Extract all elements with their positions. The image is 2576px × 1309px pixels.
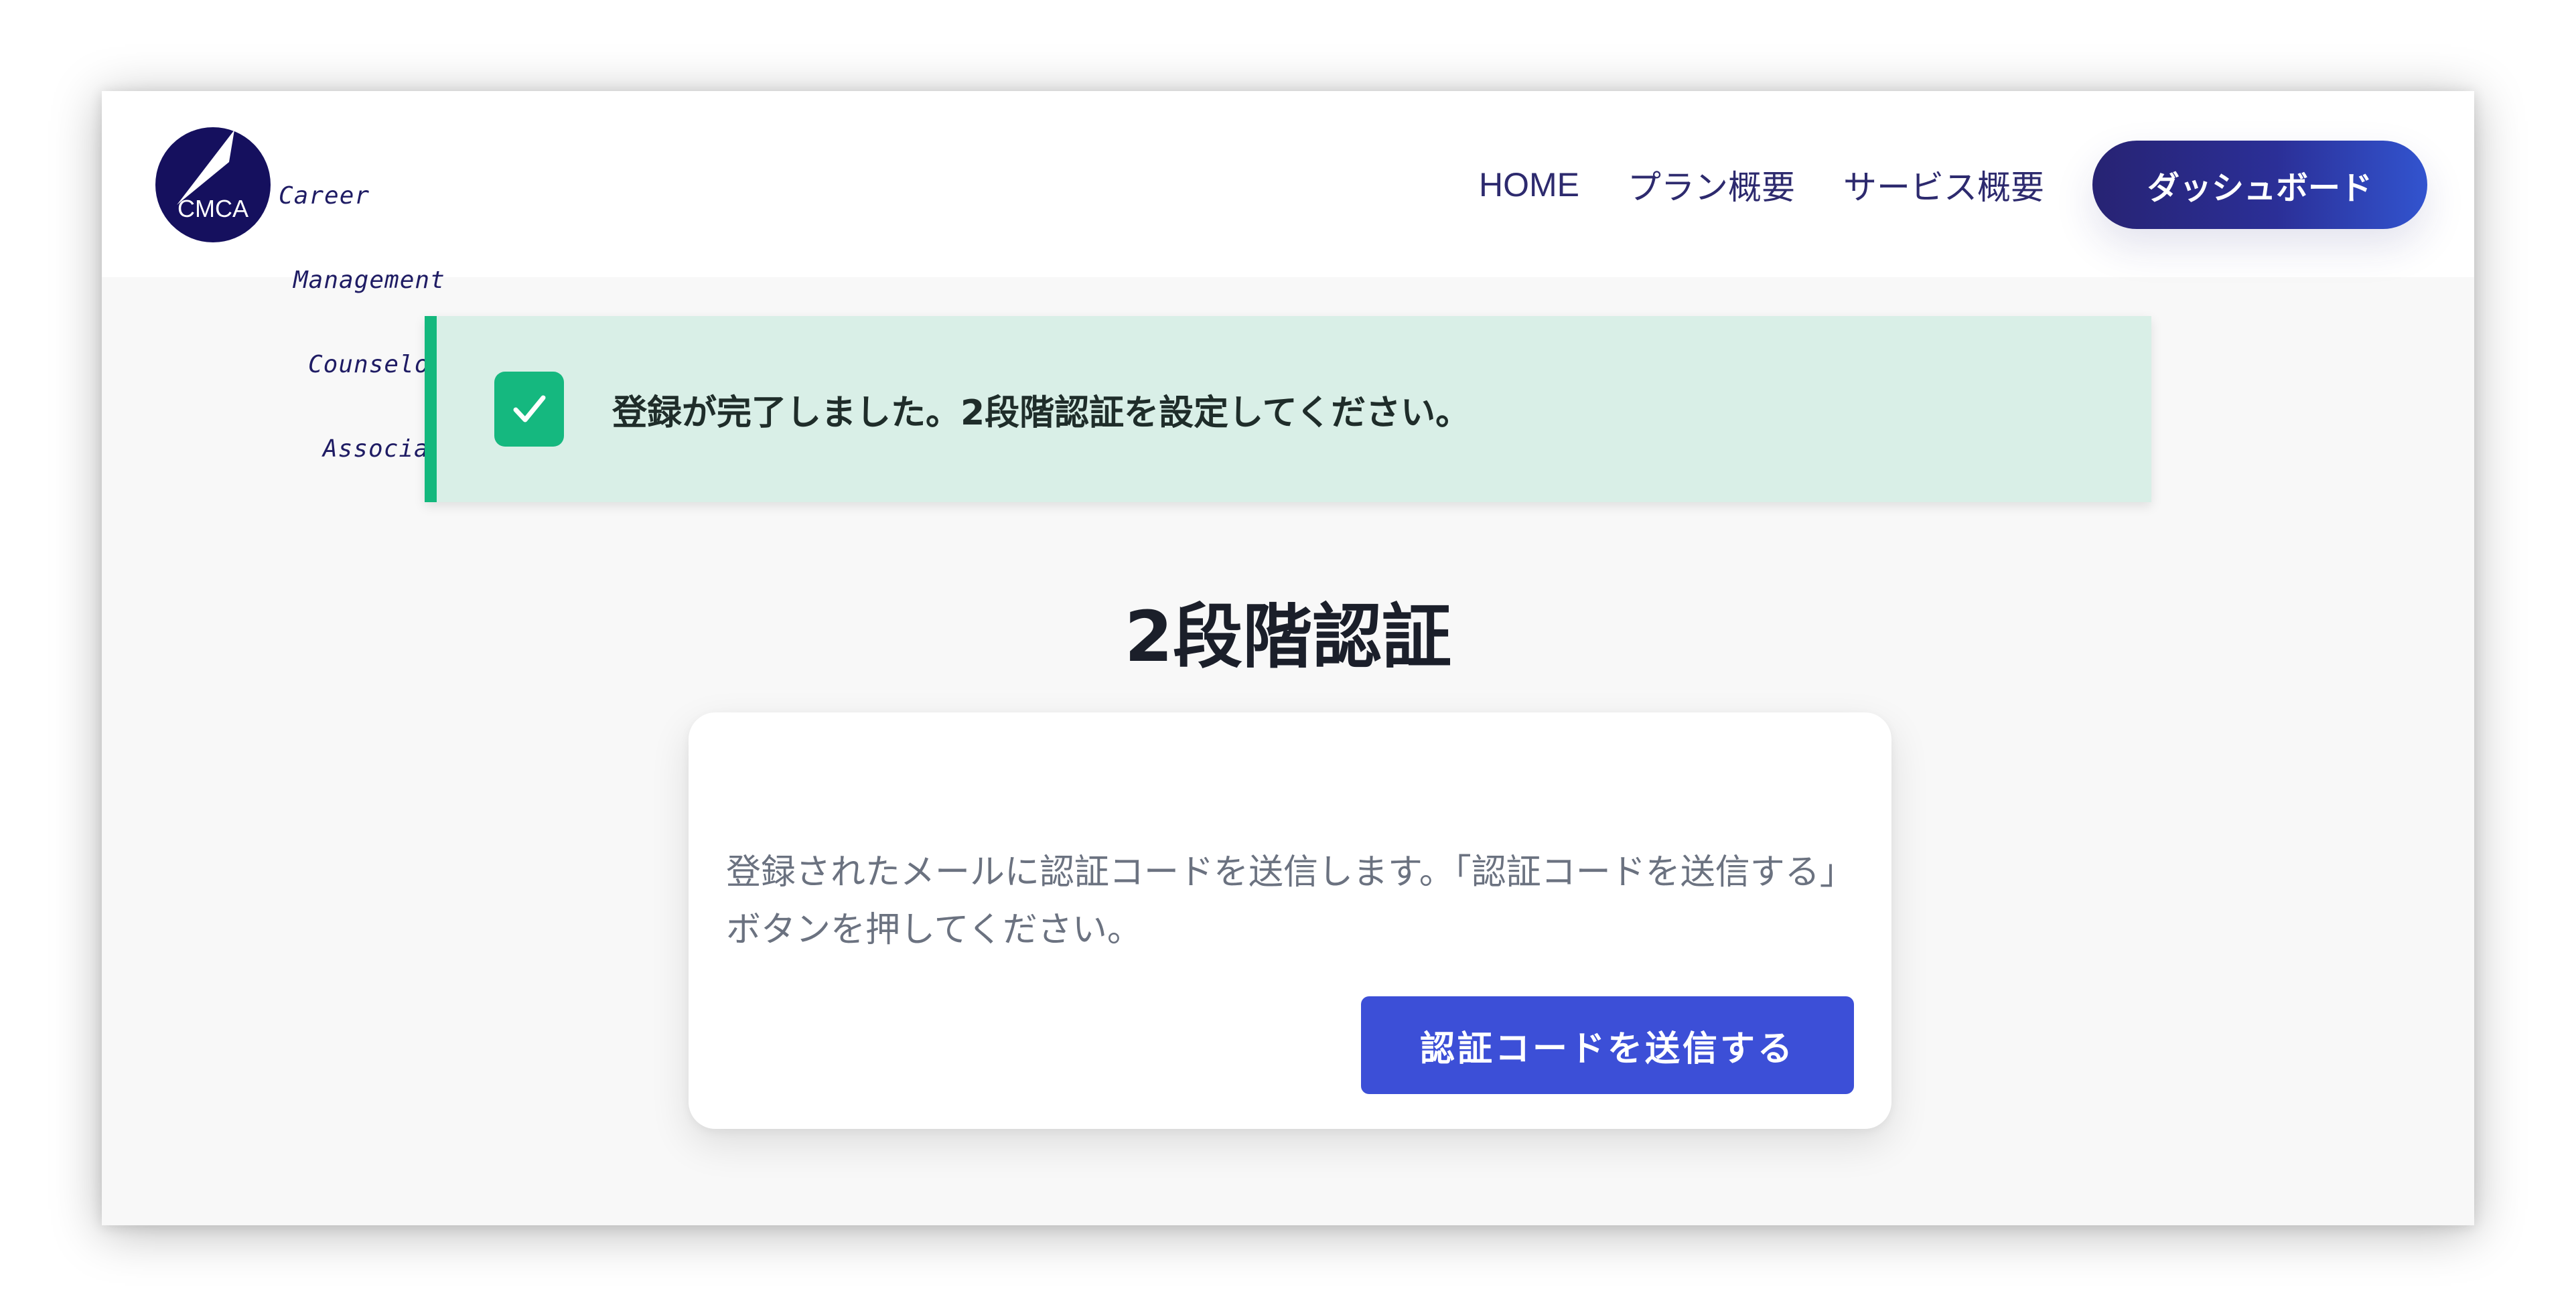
logo-line: Management	[293, 266, 445, 294]
nav-home-link[interactable]: HOME	[1479, 165, 1579, 204]
app-window: CMCA Career Management Counselor Associa…	[102, 91, 2474, 1225]
main-nav: HOME プラン概要 サービス概要 ダッシュボード	[1479, 139, 2427, 230]
site-header: CMCA Career Management Counselor Associa…	[102, 91, 2474, 463]
logo-mark-text: CMCA	[177, 195, 248, 222]
nav-services-link[interactable]: サービス概要	[1843, 161, 2044, 209]
page-title: 2段階認証	[1124, 596, 1452, 678]
nav-plans-link[interactable]: プラン概要	[1628, 161, 1795, 209]
cmca-logo-icon: CMCA	[155, 127, 271, 242]
check-icon	[494, 372, 564, 447]
alert-message: 登録が完了しました。2段階認証を設定してください。	[612, 392, 1471, 433]
success-alert: 登録が完了しました。2段階認証を設定してください。	[425, 316, 2151, 502]
site-logo[interactable]: CMCA Career Management Counselor Associa…	[154, 126, 543, 463]
dashboard-button[interactable]: ダッシュボード	[2092, 141, 2427, 229]
verification-card: 登録されたメールに認証コードを送信します。「認証コードを送信する」ボタンを押して…	[689, 712, 1891, 1129]
verification-description: 登録されたメールに認証コードを送信します。「認証コードを送信する」ボタンを押して…	[726, 852, 1855, 950]
logo-line: Career	[279, 182, 370, 210]
send-code-button[interactable]: 認証コードを送信する	[1361, 996, 1854, 1094]
